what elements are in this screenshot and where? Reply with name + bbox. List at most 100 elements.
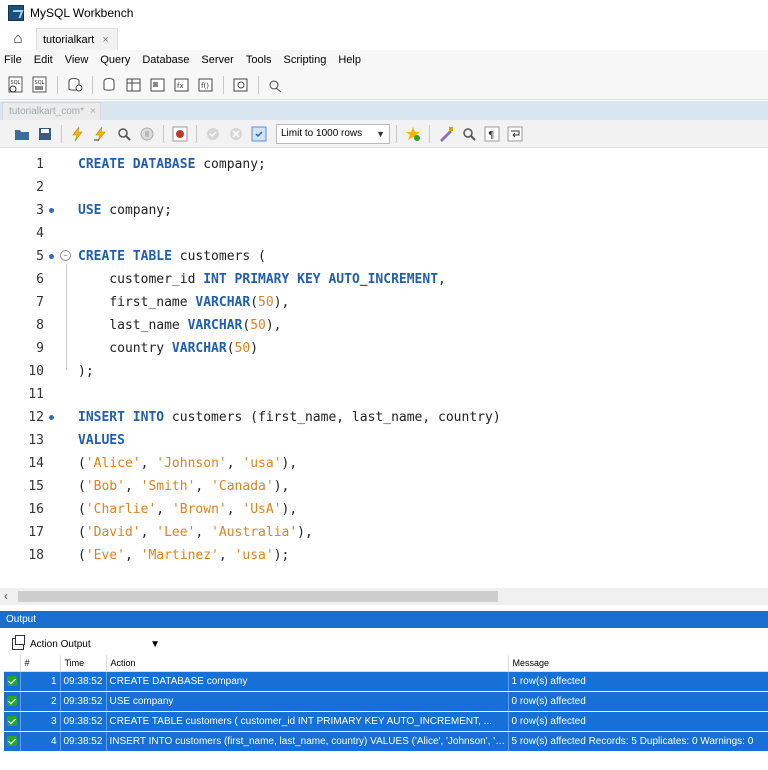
code-line[interactable]: 9 country VARCHAR(50) bbox=[0, 337, 768, 360]
line-number: 8 bbox=[36, 318, 44, 333]
code-line[interactable]: 11 bbox=[0, 383, 768, 406]
line-number: 2 bbox=[36, 180, 44, 195]
commit-icon[interactable] bbox=[203, 124, 223, 144]
table-row[interactable]: 3 09:38:52 CREATE TABLE customers ( custom… bbox=[4, 711, 768, 732]
column-header-status bbox=[4, 655, 21, 672]
row-number-cell: 3 bbox=[20, 711, 61, 732]
create-function-icon[interactable]: f() bbox=[196, 75, 216, 95]
line-number: 1 bbox=[36, 157, 44, 172]
create-view-icon[interactable] bbox=[148, 75, 168, 95]
new-sql-tab-icon[interactable]: SQL bbox=[6, 75, 26, 95]
output-type-select[interactable]: Action Output ▼ bbox=[30, 639, 160, 650]
code-text: customer_id INT PRIMARY KEY AUTO_INCREME… bbox=[78, 272, 446, 287]
scroll-left-icon[interactable]: ‹ bbox=[4, 589, 8, 603]
output-type-label: Action Output bbox=[30, 638, 91, 650]
row-number-cell: 4 bbox=[20, 731, 61, 752]
find-replace-icon[interactable] bbox=[459, 124, 479, 144]
code-line[interactable]: 6 customer_id INT PRIMARY KEY AUTO_INCRE… bbox=[0, 268, 768, 291]
code-line[interactable]: 2 bbox=[0, 176, 768, 199]
action-output-table: # Time Action Message 1 09:38:52 CREATE DA… bbox=[4, 655, 768, 752]
rollback-icon[interactable] bbox=[226, 124, 246, 144]
sql-editor[interactable]: 1 CREATE DATABASE company; 2 3 USE company; 4… bbox=[0, 148, 768, 588]
save-icon[interactable] bbox=[35, 124, 55, 144]
explain-icon[interactable] bbox=[114, 124, 134, 144]
copy-icon[interactable] bbox=[12, 635, 25, 650]
menu-tools[interactable]: Tools bbox=[246, 54, 272, 66]
execute-icon[interactable] bbox=[68, 124, 88, 144]
menu-database[interactable]: Database bbox=[142, 54, 189, 66]
toolbar-separator bbox=[258, 75, 259, 94]
row-number-cell: 1 bbox=[20, 671, 61, 692]
toolbar-separator bbox=[92, 75, 93, 94]
svg-text:SQL: SQL bbox=[35, 80, 45, 86]
code-line[interactable]: 1 CREATE DATABASE company; bbox=[0, 153, 768, 176]
code-line[interactable]: 4 bbox=[0, 222, 768, 245]
execute-current-statement-icon[interactable] bbox=[91, 124, 111, 144]
editor-tab[interactable]: tutorialkart_com* × bbox=[2, 102, 101, 120]
line-number: 13 bbox=[28, 433, 44, 448]
success-check-icon bbox=[7, 715, 17, 726]
create-schema-icon[interactable] bbox=[100, 75, 120, 95]
menu-view[interactable]: View bbox=[65, 54, 89, 66]
toggle-autocommit-icon[interactable] bbox=[249, 124, 269, 144]
table-row[interactable]: 4 09:38:52 INSERT INTO customers (first_na… bbox=[4, 731, 768, 752]
code-line[interactable]: 8 last_name VARCHAR(50), bbox=[0, 314, 768, 337]
svg-text:f(): f() bbox=[201, 82, 209, 90]
action-cell: INSERT INTO customers (first_name, last_… bbox=[106, 731, 509, 752]
code-line[interactable]: 14 ('Alice', 'Johnson', 'usa'), bbox=[0, 452, 768, 475]
code-line[interactable]: 17 ('David', 'Lee', 'Australia'), bbox=[0, 521, 768, 544]
code-text: ('Bob', 'Smith', 'Canada'), bbox=[78, 479, 290, 494]
code-text: first_name VARCHAR(50), bbox=[78, 295, 290, 310]
close-icon[interactable]: × bbox=[90, 106, 96, 117]
table-row[interactable]: 2 09:38:52 USE company 0 row(s) affected bbox=[4, 691, 768, 712]
code-line[interactable]: 10); bbox=[0, 360, 768, 383]
code-line[interactable]: 13 VALUES bbox=[0, 429, 768, 452]
chevron-down-icon: ▼ bbox=[376, 128, 386, 139]
menu-edit[interactable]: Edit bbox=[34, 54, 53, 66]
home-icon[interactable]: ⌂ bbox=[0, 26, 36, 50]
limit-rows-select[interactable]: Limit to 1000 rows ▼ bbox=[276, 123, 391, 144]
beautify-icon[interactable] bbox=[436, 124, 456, 144]
toggle-continue-on-error-icon[interactable] bbox=[170, 124, 190, 144]
code-text: ); bbox=[78, 364, 94, 379]
code-line[interactable]: 15 ('Bob', 'Smith', 'Canada'), bbox=[0, 475, 768, 498]
code-text: CREATE DATABASE company; bbox=[78, 157, 266, 172]
connection-tab[interactable]: tutorialkart × bbox=[36, 28, 118, 50]
fold-toggle-icon[interactable]: − bbox=[60, 250, 71, 261]
menu-file[interactable]: File bbox=[4, 54, 22, 66]
svg-text:¶: ¶ bbox=[488, 130, 494, 141]
code-text: CREATE TABLE customers ( bbox=[78, 249, 266, 264]
menu-scripting[interactable]: Scripting bbox=[284, 54, 327, 66]
open-sql-script-icon[interactable]: SQL bbox=[30, 75, 50, 95]
menu-server[interactable]: Server bbox=[201, 54, 233, 66]
status-cell bbox=[4, 731, 21, 752]
code-line[interactable]: 3 USE company; bbox=[0, 199, 768, 222]
code-line[interactable]: 5 − CREATE TABLE customers ( bbox=[0, 245, 768, 268]
column-header-time: Time bbox=[60, 655, 107, 672]
reconnect-icon[interactable] bbox=[266, 75, 286, 95]
stop-icon[interactable] bbox=[137, 124, 157, 144]
code-line[interactable]: 18 ('Eve', 'Martinez', 'usa'); bbox=[0, 544, 768, 567]
menu-help[interactable]: Help bbox=[338, 54, 361, 66]
action-cell: CREATE TABLE customers ( customer_id INT… bbox=[106, 711, 509, 732]
word-wrap-icon[interactable] bbox=[505, 124, 525, 144]
open-file-icon[interactable] bbox=[12, 124, 32, 144]
code-line[interactable]: 12 INSERT INTO customers (first_name, las… bbox=[0, 406, 768, 429]
inspector-icon[interactable] bbox=[65, 75, 85, 95]
code-line[interactable]: 7 first_name VARCHAR(50), bbox=[0, 291, 768, 314]
add-snippet-icon[interactable] bbox=[403, 124, 423, 144]
connection-tab-bar: ⌂ tutorialkart × bbox=[0, 26, 768, 50]
create-procedure-icon[interactable]: fx bbox=[172, 75, 192, 95]
invisible-characters-icon[interactable]: ¶ bbox=[482, 124, 502, 144]
close-icon[interactable]: × bbox=[102, 34, 108, 46]
menu-query[interactable]: Query bbox=[100, 54, 130, 66]
table-row[interactable]: 1 09:38:52 CREATE DATABASE company 1 row(s)… bbox=[4, 671, 768, 692]
create-table-icon[interactable] bbox=[124, 75, 144, 95]
action-cell: USE company bbox=[106, 691, 509, 712]
scrollbar-thumb[interactable] bbox=[18, 591, 498, 602]
toolbar-separator bbox=[61, 124, 62, 143]
search-table-data-icon[interactable] bbox=[231, 75, 251, 95]
toolbar-separator bbox=[163, 124, 164, 143]
horizontal-scrollbar[interactable]: ‹ bbox=[0, 588, 768, 605]
code-line[interactable]: 16 ('Charlie', 'Brown', 'UsA'), bbox=[0, 498, 768, 521]
